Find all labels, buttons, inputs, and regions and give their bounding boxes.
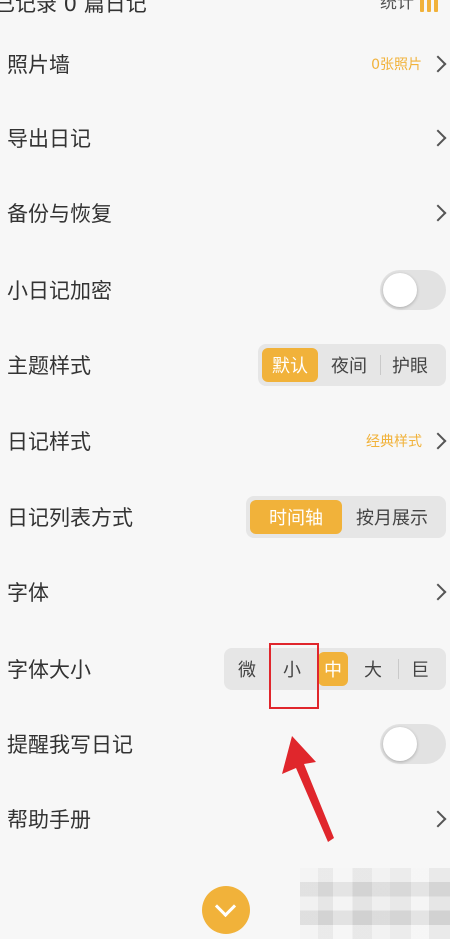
row-font[interactable]: 字体 [0, 554, 450, 630]
toggle-knob [383, 273, 417, 307]
bar-chart-icon[interactable] [420, 0, 440, 12]
row-export-diary[interactable]: 导出日记 [0, 100, 450, 176]
chevron-right-icon [429, 129, 447, 147]
row-list-mode: 日记列表方式 时间轴 按月展示 [0, 479, 450, 555]
backup-restore-label: 备份与恢复 [7, 202, 112, 226]
row-backup-restore[interactable]: 备份与恢复 [0, 175, 450, 251]
chevron-right-icon [429, 810, 447, 828]
chevron-right-icon [429, 204, 447, 222]
list-mode-segmented-control: 时间轴 按月展示 [246, 496, 446, 538]
font-size-option-medium[interactable]: 中 [318, 652, 348, 686]
font-size-option-tiny[interactable]: 微 [228, 652, 266, 686]
row-photo-wall[interactable]: 照片墙 0张照片 [0, 26, 450, 102]
theme-label: 主题样式 [7, 354, 91, 378]
reminder-toggle[interactable] [380, 724, 446, 764]
font-size-label: 字体大小 [7, 658, 91, 682]
list-mode-option-timeline[interactable]: 时间轴 [250, 500, 342, 534]
stats-link[interactable]: 统计 [380, 0, 414, 13]
export-diary-label: 导出日记 [7, 127, 91, 151]
diary-style-label: 日记样式 [7, 430, 91, 454]
chevron-right-icon [429, 432, 447, 450]
list-mode-option-monthly[interactable]: 按月展示 [342, 500, 442, 534]
row-theme: 主题样式 默认 夜间 护眼 [0, 327, 450, 403]
font-size-option-large[interactable]: 大 [348, 652, 398, 686]
help-label: 帮助手册 [7, 808, 91, 832]
row-diary-style[interactable]: 日记样式 经典样式 [0, 403, 450, 479]
chevron-right-icon [429, 583, 447, 601]
row-font-size: 字体大小 微 小 中 大 巨 [0, 631, 450, 707]
annotation-highlight-box [269, 643, 319, 709]
annotation-arrow-icon [282, 736, 334, 842]
theme-segmented-control: 默认 夜间 护眼 [258, 344, 446, 386]
theme-option-default[interactable]: 默认 [262, 348, 318, 382]
row-encrypt: 小日记加密 [0, 252, 450, 328]
header: 已记录 0 篇日记 统计 [0, 0, 450, 18]
toggle-knob [383, 727, 417, 761]
encrypt-label: 小日记加密 [7, 279, 112, 303]
theme-option-night[interactable]: 夜间 [318, 348, 380, 382]
font-size-segmented-control: 微 小 中 大 巨 [224, 648, 446, 690]
theme-option-eye-care[interactable]: 护眼 [381, 348, 439, 382]
reminder-label: 提醒我写日记 [7, 733, 133, 757]
collapse-button[interactable] [202, 886, 250, 934]
font-size-option-huge[interactable]: 巨 [399, 652, 441, 686]
encrypt-toggle[interactable] [380, 270, 446, 310]
chevron-right-icon [429, 55, 447, 73]
photo-wall-label: 照片墙 [7, 53, 70, 77]
blurred-watermark [300, 868, 450, 939]
chevron-down-icon [214, 895, 237, 918]
diary-style-value: 经典样式 [366, 434, 422, 450]
row-reminder: 提醒我写日记 [0, 706, 450, 782]
font-label: 字体 [7, 581, 49, 605]
photo-count-value: 0张照片 [371, 57, 422, 73]
row-help[interactable]: 帮助手册 [0, 781, 450, 857]
list-mode-label: 日记列表方式 [7, 506, 133, 530]
diary-count-title: 已记录 0 篇日记 [0, 0, 147, 16]
